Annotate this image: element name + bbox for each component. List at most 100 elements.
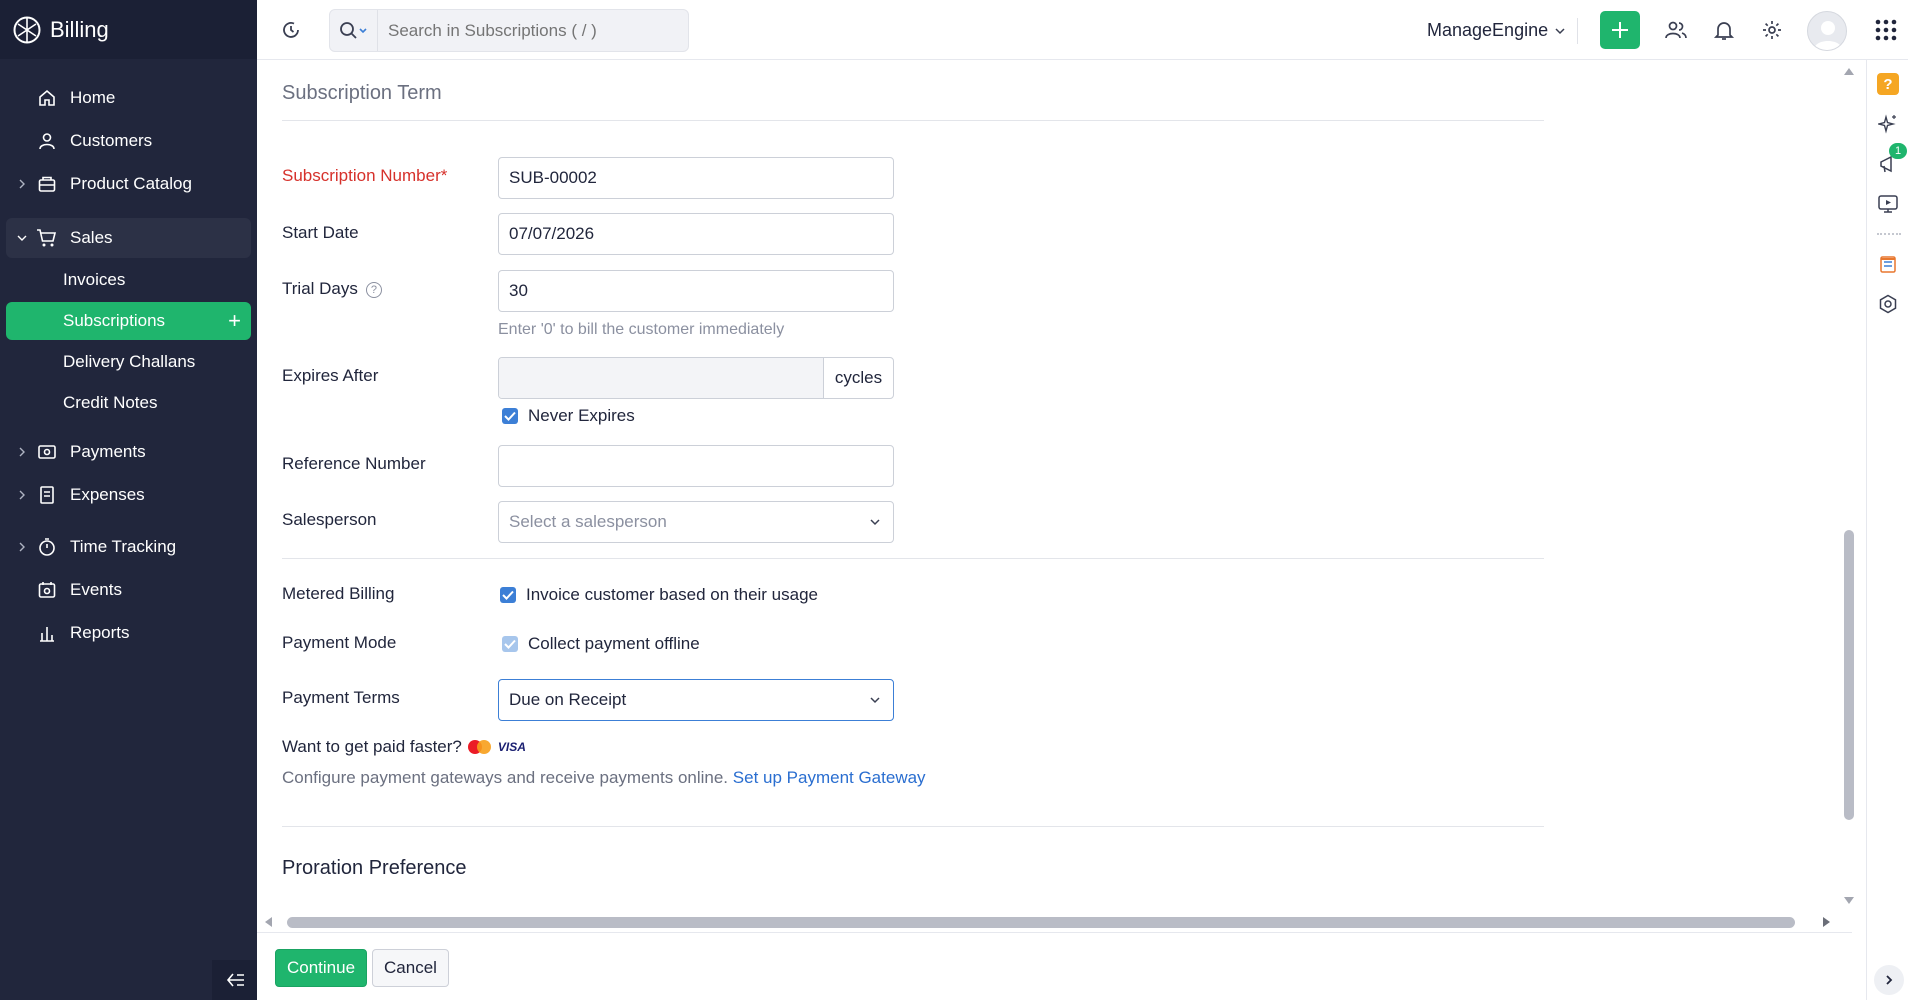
expires-after-label: Expires After bbox=[282, 366, 379, 385]
user-icon bbox=[36, 130, 58, 152]
sidebar-item-reports[interactable]: Reports bbox=[6, 613, 251, 653]
payment-terms-label: Payment Terms bbox=[282, 688, 400, 707]
expires-after-input[interactable] bbox=[499, 358, 823, 398]
settings-gear-icon[interactable] bbox=[1760, 18, 1784, 42]
vertical-scroll-thumb[interactable] bbox=[1844, 530, 1854, 820]
sidebar-item-product-catalog[interactable]: Product Catalog bbox=[6, 164, 251, 204]
expand-rail-button[interactable] bbox=[1874, 965, 1904, 995]
sidebar-item-label: Reports bbox=[70, 623, 130, 642]
user-avatar[interactable] bbox=[1807, 11, 1847, 51]
avatar-icon bbox=[1814, 21, 1842, 50]
sidebar-subitem-subscriptions[interactable]: Subscriptions + bbox=[6, 302, 251, 340]
team-icon[interactable] bbox=[1664, 18, 1688, 42]
brand[interactable]: Billing bbox=[0, 0, 257, 59]
horizontal-scroll-thumb[interactable] bbox=[287, 917, 1795, 928]
continue-button[interactable]: Continue bbox=[275, 949, 367, 987]
sidebar-item-payments[interactable]: Payments bbox=[6, 432, 251, 472]
organization-name: ManageEngine bbox=[1427, 20, 1549, 40]
sidebar-item-home[interactable]: Home bbox=[6, 78, 251, 118]
expires-after-field: cycles bbox=[498, 357, 894, 399]
sidebar-item-label: Expenses bbox=[70, 485, 145, 504]
sidebar-nav: Home Customers Product Catalog Sales Inv… bbox=[0, 59, 257, 653]
notification-count-badge: 1 bbox=[1889, 143, 1907, 159]
sidebar-subitem-invoices[interactable]: Invoices bbox=[6, 261, 251, 299]
add-subscription-button[interactable]: + bbox=[228, 310, 241, 332]
metered-billing-label: Metered Billing bbox=[282, 584, 395, 603]
scroll-up-icon[interactable] bbox=[1843, 66, 1855, 76]
sidebar-subitem-delivery-challans[interactable]: Delivery Challans bbox=[6, 343, 251, 381]
help-question-icon[interactable]: ? bbox=[1877, 73, 1899, 95]
subscription-form: Subscription Term Subscription Number* S… bbox=[257, 60, 1852, 920]
sidebar-subitem-credit-notes[interactable]: Credit Notes bbox=[6, 384, 251, 422]
stopwatch-icon bbox=[36, 536, 58, 558]
quick-create-button[interactable] bbox=[1600, 11, 1640, 49]
setup-payment-gateway-link[interactable]: Set up Payment Gateway bbox=[733, 768, 926, 787]
vertical-scrollbar[interactable] bbox=[1840, 60, 1858, 920]
cancel-button[interactable]: Cancel bbox=[372, 949, 449, 987]
catalog-icon bbox=[36, 173, 58, 195]
sidebar-item-events[interactable]: Events bbox=[6, 570, 251, 610]
plus-icon bbox=[1612, 22, 1628, 38]
app-grid-icon[interactable] bbox=[1874, 18, 1898, 42]
salesperson-placeholder: Select a salesperson bbox=[509, 512, 667, 531]
proration-section-title: Proration Preference bbox=[282, 857, 467, 879]
chevron-right-icon bbox=[19, 447, 25, 457]
payment-gateway-question: Want to get paid faster? bbox=[282, 737, 462, 756]
organization-switcher[interactable]: ManageEngine bbox=[1427, 20, 1566, 41]
cycles-suffix: cycles bbox=[823, 358, 893, 398]
help-icon[interactable]: ? bbox=[365, 281, 382, 298]
checkbox-checked-icon bbox=[502, 408, 518, 424]
sidebar-item-customers[interactable]: Customers bbox=[6, 121, 251, 161]
sidebar: Billing Home Customers Product Catalog S… bbox=[0, 0, 257, 1000]
reference-number-input[interactable] bbox=[498, 445, 894, 487]
right-rail: ? 1 bbox=[1866, 60, 1908, 1000]
chevron-down-icon bbox=[870, 519, 880, 526]
collapse-icon bbox=[226, 973, 244, 987]
sidebar-item-label: Events bbox=[70, 580, 122, 599]
home-icon bbox=[36, 87, 58, 109]
collapse-sidebar-button[interactable] bbox=[212, 960, 257, 1000]
visa-icon: VISA bbox=[497, 740, 526, 754]
metered-billing-checkbox[interactable]: Invoice customer based on their usage bbox=[500, 585, 818, 605]
video-tutorial-icon[interactable] bbox=[1877, 193, 1899, 215]
billing-logo-icon bbox=[13, 16, 41, 43]
never-expires-checkbox[interactable]: Never Expires bbox=[502, 406, 635, 426]
chevron-right-icon bbox=[19, 490, 25, 500]
sidebar-item-label: Home bbox=[70, 88, 116, 107]
checkbox-checked-disabled-icon bbox=[502, 636, 518, 652]
salesperson-select[interactable]: Select a salesperson bbox=[498, 501, 894, 543]
subscription-number-input[interactable]: SUB-00002 bbox=[498, 157, 894, 199]
start-date-input[interactable]: 07/07/2026 bbox=[498, 213, 894, 255]
trial-days-input[interactable]: 30 bbox=[498, 270, 894, 312]
chevron-right-icon bbox=[19, 542, 25, 552]
sidebar-item-label: Payments bbox=[70, 442, 146, 461]
horizontal-scrollbar[interactable] bbox=[257, 912, 1840, 932]
app-name: Billing bbox=[50, 16, 109, 42]
mastercard-icon bbox=[467, 740, 491, 754]
sidebar-item-expenses[interactable]: Expenses bbox=[6, 475, 251, 515]
payment-mode-label: Payment Mode bbox=[282, 633, 397, 652]
trial-days-label-text: Trial Days bbox=[282, 279, 358, 298]
recent-history-icon[interactable] bbox=[279, 18, 303, 42]
sidebar-item-label: Time Tracking bbox=[70, 537, 177, 556]
integrations-icon[interactable] bbox=[1877, 293, 1899, 315]
notebook-icon[interactable] bbox=[1877, 253, 1899, 275]
top-bar: ManageEngine bbox=[257, 0, 1908, 60]
payment-gateway-text: Configure payment gateways and receive p… bbox=[282, 768, 729, 787]
scroll-right-icon[interactable] bbox=[1822, 916, 1832, 928]
checkbox-checked-icon bbox=[500, 587, 516, 603]
scroll-left-icon[interactable] bbox=[263, 916, 273, 928]
sidebar-item-sales[interactable]: Sales bbox=[6, 218, 251, 258]
ai-sparkle-icon[interactable] bbox=[1877, 113, 1899, 135]
calendar-icon bbox=[36, 579, 58, 601]
search-input[interactable] bbox=[378, 10, 688, 51]
search-filter-button[interactable] bbox=[330, 10, 378, 51]
sidebar-item-label: Sales bbox=[70, 228, 113, 247]
divider bbox=[282, 826, 1544, 827]
notification-bell-icon[interactable] bbox=[1712, 18, 1736, 42]
sidebar-item-label: Delivery Challans bbox=[63, 352, 196, 371]
payment-terms-select[interactable]: Due on Receipt bbox=[498, 679, 894, 721]
scroll-down-icon[interactable] bbox=[1843, 896, 1855, 906]
sidebar-item-time-tracking[interactable]: Time Tracking bbox=[6, 527, 251, 567]
subscription-number-label: Subscription Number* bbox=[282, 166, 448, 185]
